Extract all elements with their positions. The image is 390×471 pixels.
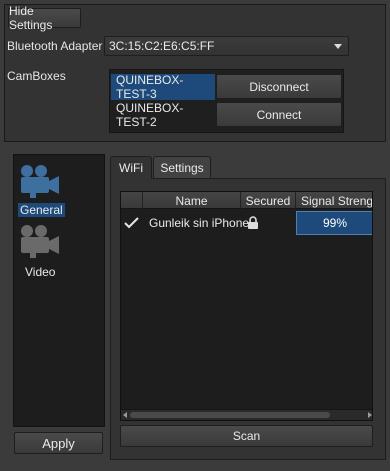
tab-wifi[interactable]: WiFi (110, 156, 152, 179)
bluetooth-adapter-value: 3C:15:C2:E6:C5:FF (109, 39, 215, 53)
column-header-secured[interactable]: Secured (241, 192, 296, 209)
tabs-area: WiFi Settings Name Secured Signal Streng… (110, 156, 386, 460)
disconnect-button[interactable]: Disconnect (216, 74, 342, 99)
camera-icon (21, 165, 59, 198)
scroll-right-icon[interactable] (368, 412, 372, 418)
camboxes-label: CamBoxes (7, 69, 66, 83)
scrollbar-thumb[interactable] (130, 412, 330, 418)
check-cell (124, 209, 142, 236)
scan-button[interactable]: Scan (120, 425, 373, 447)
bluetooth-adapter-label: Bluetooth Adapter (7, 39, 103, 53)
cambox-name[interactable]: QUINEBOX-TEST-3 (111, 73, 215, 101)
chevron-down-icon[interactable] (334, 44, 342, 49)
camera-icon (21, 225, 59, 258)
tab-settings[interactable]: Settings (153, 156, 211, 178)
checkmark-icon (124, 216, 139, 228)
column-header-check[interactable] (121, 192, 143, 209)
nav-item-video[interactable]: Video (14, 223, 104, 279)
cambox-name[interactable]: QUINEBOX-TEST-2 (111, 101, 215, 129)
table-header: Name Secured Signal Strengt (121, 192, 372, 209)
hide-settings-button[interactable]: Hide Settings (8, 4, 81, 32)
lock-icon (248, 215, 258, 229)
signal-strength: 99% (296, 211, 372, 235)
nav-label-video: Video (25, 265, 56, 279)
wifi-network-table: Name Secured Signal Strengt Gunleik sin … (120, 191, 373, 421)
category-nav: General Video (13, 154, 105, 427)
connect-button[interactable]: Connect (216, 102, 342, 127)
scroll-left-icon[interactable] (123, 412, 127, 418)
secured-cell (247, 209, 267, 236)
nav-item-general[interactable]: General (14, 163, 104, 219)
network-name: Gunleik sin iPhone (149, 215, 250, 230)
table-row[interactable]: Gunleik sin iPhone 99% (121, 209, 372, 236)
horizontal-scrollbar[interactable] (121, 409, 372, 420)
settings-panel: Hide Settings Bluetooth Adapter 3C:15:C2… (4, 4, 386, 142)
cambox-list: QUINEBOX-TEST-3 Disconnect QUINEBOX-TEST… (109, 69, 344, 133)
column-header-signal[interactable]: Signal Strengt (296, 192, 372, 209)
column-header-name[interactable]: Name (143, 192, 241, 209)
camera-settings-window: Hide Settings Bluetooth Adapter 3C:15:C2… (0, 0, 390, 471)
bluetooth-adapter-select[interactable]: 3C:15:C2:E6:C5:FF (104, 36, 349, 56)
nav-label-general: General (18, 203, 65, 217)
wifi-tab-panel: Name Secured Signal Strengt Gunleik sin … (110, 178, 386, 460)
apply-button[interactable]: Apply (14, 432, 103, 454)
